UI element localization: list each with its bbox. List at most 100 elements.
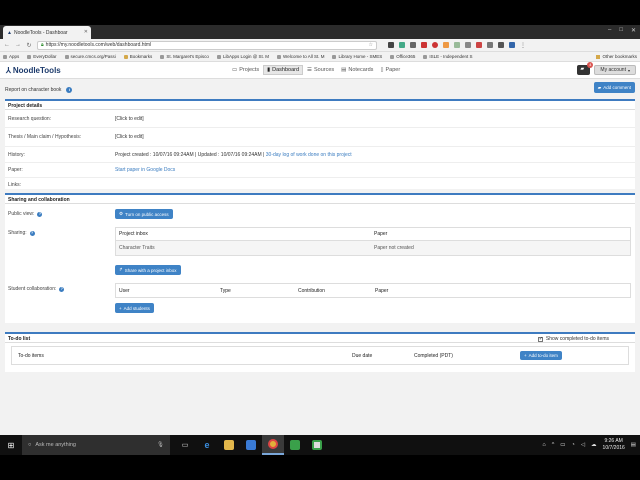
bookmark-item[interactable]: Library Home - SMES bbox=[332, 54, 382, 59]
bookmark-item[interactable]: LibApps Login @ St. M bbox=[216, 54, 269, 59]
column-header: User bbox=[119, 287, 130, 294]
bookmarks-bar: Apps EveryDollar secure.cmcs.org/Passi B… bbox=[0, 52, 640, 62]
network-icon[interactable]: ◔ bbox=[571, 442, 574, 448]
bookmark-item[interactable]: Office365 bbox=[390, 54, 415, 59]
work-log-link[interactable]: 30-day log of work done on this project bbox=[266, 152, 352, 158]
help-icon[interactable]: ? bbox=[59, 287, 65, 292]
extension-icon[interactable] bbox=[476, 41, 482, 48]
extension-icon[interactable] bbox=[432, 41, 438, 48]
noodletools-logo[interactable]: ⅄ NoodleTools bbox=[6, 66, 61, 75]
help-icon[interactable]: ? bbox=[29, 231, 35, 236]
messages-button[interactable]: ▰ 4 bbox=[577, 62, 594, 75]
dashboard-page: Report on character book i ▰ Add comment… bbox=[0, 79, 640, 376]
nav-projects[interactable]: ▭ Projects bbox=[229, 65, 262, 75]
checkbox-icon[interactable] bbox=[537, 336, 543, 342]
maximize-icon[interactable]: □ bbox=[619, 27, 623, 34]
show-completed-toggle[interactable]: Show completed to-do items bbox=[537, 336, 609, 342]
add-todo-button[interactable]: + Add to-do item bbox=[520, 351, 562, 360]
column-header: Contribution bbox=[298, 287, 325, 294]
extension-icon[interactable] bbox=[487, 41, 493, 48]
edge-icon[interactable]: e bbox=[196, 435, 218, 455]
chrome-icon[interactable] bbox=[262, 435, 284, 455]
volume-icon[interactable]: ◁ bbox=[581, 442, 585, 448]
bookmark-item[interactable]: ISLE - Independent S bbox=[423, 54, 472, 59]
bookmark-item[interactable]: EveryDollar bbox=[27, 54, 57, 59]
system-clock[interactable]: 9:26 AM 10/7/2016 bbox=[603, 438, 625, 452]
back-icon[interactable]: ← bbox=[4, 42, 10, 48]
notification-badge: 4 bbox=[587, 62, 594, 68]
add-comment-button[interactable]: ▰ Add comment bbox=[593, 82, 635, 93]
camtasia-recorder-icon[interactable] bbox=[306, 435, 328, 455]
close-window-icon[interactable]: ✕ bbox=[631, 27, 636, 34]
nav-paper[interactable]: ▯ Paper bbox=[377, 65, 403, 75]
onedrive-icon[interactable]: ☁ bbox=[591, 442, 597, 448]
nav-sources[interactable]: ☰ Sources bbox=[304, 65, 337, 75]
taskbar-apps: ▭ e bbox=[174, 435, 328, 455]
section-heading: Project details bbox=[5, 101, 635, 110]
thesis-value[interactable]: [Click to edit] bbox=[115, 134, 635, 140]
battery-icon[interactable]: ▭ bbox=[560, 442, 565, 448]
document-icon: ▯ bbox=[380, 67, 384, 73]
menu-icon[interactable]: ⋮ bbox=[520, 42, 526, 49]
bookmark-item[interactable]: secure.cmcs.org/Passi bbox=[64, 54, 116, 59]
column-header: Paper bbox=[375, 287, 389, 294]
extension-icon[interactable] bbox=[509, 41, 515, 48]
extension-icon[interactable] bbox=[399, 41, 405, 48]
public-access-button[interactable]: ⚙ Turn on public access bbox=[115, 209, 173, 219]
bookmark-item[interactable]: Welcome to All St. M bbox=[277, 54, 324, 59]
other-bookmarks[interactable]: Other bookmarks bbox=[596, 54, 637, 59]
share-inbox-button[interactable]: ↱ Share with a project inbox bbox=[115, 265, 181, 275]
windows-start-icon[interactable]: ⊞ bbox=[0, 441, 22, 450]
extension-icon[interactable] bbox=[410, 41, 416, 48]
search-icon: ○ bbox=[28, 442, 32, 448]
close-tab-icon[interactable]: ✕ bbox=[84, 29, 88, 35]
extension-icon[interactable] bbox=[388, 41, 394, 48]
my-account-button[interactable]: My account ▾ bbox=[594, 65, 636, 75]
bookmark-folder[interactable]: Bookmarks bbox=[123, 54, 152, 59]
tab-strip: ▲ NoodleTools - Dashboar ✕ – □ ✕ bbox=[0, 25, 640, 39]
help-icon[interactable]: ? bbox=[37, 212, 43, 217]
microphone-icon[interactable]: 🎙︎ bbox=[157, 442, 164, 448]
project-title: Report on character book bbox=[5, 86, 62, 93]
extension-icon[interactable] bbox=[421, 41, 427, 48]
browser-tab[interactable]: ▲ NoodleTools - Dashboar ✕ bbox=[3, 26, 91, 39]
inbox-row[interactable]: Character Traits Paper not created bbox=[116, 241, 630, 255]
extension-icon[interactable] bbox=[443, 41, 449, 48]
minimize-icon[interactable]: – bbox=[608, 27, 611, 34]
extension-icon[interactable] bbox=[454, 41, 460, 48]
file-explorer-icon[interactable] bbox=[218, 435, 240, 455]
info-icon[interactable]: i bbox=[66, 86, 73, 93]
star-icon[interactable]: ☆ bbox=[369, 42, 373, 48]
extension-icon[interactable] bbox=[498, 41, 504, 48]
bookmark-item[interactable]: St. Margaret's Episco bbox=[160, 54, 209, 59]
app-nav: ▭ Projects ▮ Dashboard ☰ Sources ▤ Notecards… bbox=[229, 65, 403, 75]
research-question-value[interactable]: [Click to edit] bbox=[115, 116, 635, 122]
column-header: Completed (PDT) bbox=[414, 352, 453, 359]
caret-down-icon: ▾ bbox=[627, 67, 630, 73]
reload-icon[interactable]: ↻ bbox=[26, 42, 32, 49]
nav-dashboard[interactable]: ▮ Dashboard bbox=[263, 65, 304, 75]
column-header: Type bbox=[220, 287, 231, 294]
forward-icon[interactable]: → bbox=[15, 42, 21, 48]
people-icon[interactable]: ⌂ bbox=[542, 442, 545, 448]
cortana-search-box[interactable]: ○ Ask me anything 🎙︎ bbox=[22, 435, 170, 455]
task-view-icon[interactable]: ▭ bbox=[174, 435, 196, 455]
tab-title: NoodleTools - Dashboar bbox=[13, 29, 68, 36]
plus-icon: + bbox=[524, 353, 527, 358]
extension-icons: ⋮ bbox=[388, 41, 526, 49]
action-center-icon[interactable]: ▤ bbox=[631, 442, 636, 448]
extension-icon[interactable] bbox=[465, 41, 471, 48]
chevron-up-icon[interactable]: ^ bbox=[552, 442, 555, 448]
bookmark-apps[interactable]: Apps bbox=[3, 54, 19, 59]
plus-icon: + bbox=[119, 305, 122, 311]
column-header: Project inbox bbox=[119, 231, 148, 237]
thesis-row: Thesis / Main claim / Hypothesis: [Click… bbox=[5, 128, 635, 147]
nav-notecards[interactable]: ▤ Notecards bbox=[338, 65, 376, 75]
bookmark-icon bbox=[160, 54, 165, 59]
bookmark-icon bbox=[390, 54, 395, 59]
camtasia-icon[interactable] bbox=[284, 435, 306, 455]
start-paper-link[interactable]: Start paper in Google Docs bbox=[115, 167, 635, 173]
address-bar[interactable]: 🔒︎ https://my.noodletools.com/web/dashbo… bbox=[37, 40, 377, 50]
store-icon[interactable] bbox=[240, 435, 262, 455]
add-students-button[interactable]: + Add students bbox=[115, 303, 154, 313]
